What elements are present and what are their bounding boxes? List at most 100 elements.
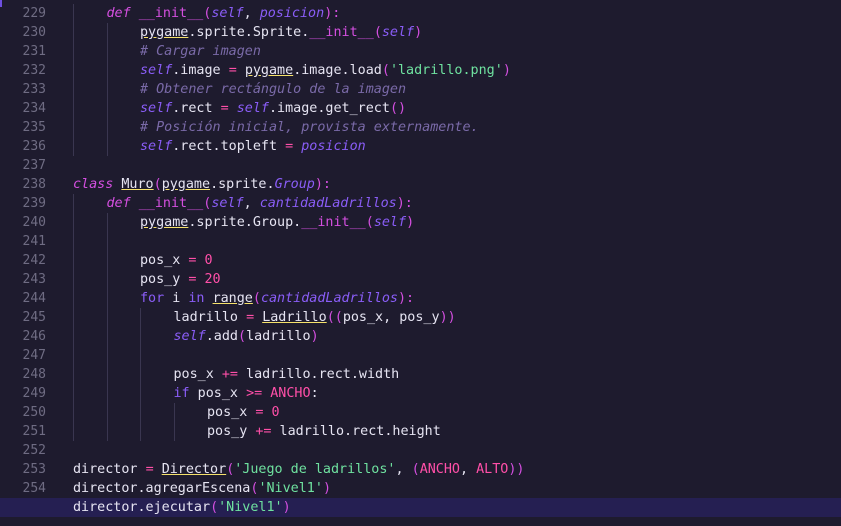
indent-guide: [73, 194, 74, 213]
indent-guide: [140, 422, 141, 441]
line-number: 242: [22, 253, 46, 268]
line-number: 243: [22, 272, 46, 287]
code-area[interactable]: def __init__(self, posicion): pygame.spri…: [0, 0, 841, 526]
line-number: 236: [22, 139, 46, 154]
line-number: 240: [22, 215, 46, 230]
code-line[interactable]: for i in range(cantidadLadrillos):: [73, 289, 841, 308]
code-token: pygame: [140, 25, 189, 40]
code-token: )): [508, 462, 525, 477]
indent-guide: [73, 80, 74, 99]
code-token: __init__: [138, 6, 204, 21]
code-token: 0: [271, 405, 280, 420]
indent-guide: [140, 327, 141, 346]
line-number: 247: [22, 348, 46, 363]
code-line[interactable]: class Muro(pygame.sprite.Group):: [73, 175, 841, 194]
line-number: 235: [22, 120, 46, 135]
code-token: ,: [243, 6, 260, 21]
code-token: __init__: [138, 196, 204, 211]
code-token: (: [365, 215, 374, 230]
line-number: 251: [22, 424, 46, 439]
code-line[interactable]: [73, 346, 841, 365]
code-token: .add: [205, 329, 238, 344]
code-line[interactable]: self.rect.topleft = posicion: [73, 137, 841, 156]
code-line[interactable]: [73, 156, 841, 175]
indent-guide: [73, 4, 74, 23]
code-token: +=: [221, 367, 238, 382]
code-line[interactable]: ladrillo = Ladrillo((pos_x, pos_y)): [73, 308, 841, 327]
line-number: 229: [22, 6, 46, 21]
code-token: __init__: [309, 25, 374, 40]
indent-guide: [173, 403, 175, 422]
code-line[interactable]: pos_x += ladrillo.rect.width: [73, 365, 841, 384]
indent-guide: [106, 346, 108, 365]
line-number: 233: [22, 82, 46, 97]
code-line[interactable]: director.agregarEscena('Nivel1'): [73, 479, 841, 498]
code-line[interactable]: def __init__(self, cantidadLadrillos):: [73, 194, 841, 213]
line-number: 250: [22, 405, 46, 420]
code-line[interactable]: # Posición inicial, provista externament…: [73, 118, 841, 137]
code-token: ): [310, 329, 319, 344]
code-token: pos_x: [140, 253, 189, 268]
code-token: =: [246, 310, 255, 325]
indent-guide: [73, 403, 74, 422]
code-token: ladrillo: [246, 329, 311, 344]
indent-guide: [140, 308, 141, 327]
code-line[interactable]: pos_x = 0: [73, 403, 841, 422]
code-line[interactable]: def __init__(self, posicion):: [73, 4, 841, 23]
code-token: self: [211, 196, 244, 211]
scroll-marker: [0, 0, 2, 7]
code-line[interactable]: [73, 232, 841, 251]
code-line[interactable]: pygame.sprite.Sprite.__init__(self): [73, 23, 841, 42]
code-token: (): [389, 101, 407, 116]
line-number: 244: [22, 291, 46, 306]
code-token: pos_x: [189, 386, 247, 401]
code-token: 0: [204, 253, 213, 268]
code-editor[interactable]: 229 230 231 232 233 234 235 236 237 238 239 240 241 2…: [0, 0, 841, 526]
indent-guide: [73, 23, 74, 42]
code-line[interactable]: # Obtener rectángulo de la imagen: [73, 80, 841, 99]
code-token: (: [252, 291, 261, 306]
indent-guide: [73, 99, 74, 118]
indent-guide: [140, 403, 141, 422]
line-number: 239: [22, 196, 46, 211]
code-line[interactable]: pos_y += ladrillo.rect.height: [73, 422, 841, 441]
code-token: ): [414, 25, 423, 40]
code-token: ):: [396, 196, 413, 211]
code-line[interactable]: director = Director ('Juego de ladrillos'…: [73, 460, 841, 479]
code-token: # Posición inicial, provista externament…: [140, 120, 479, 135]
code-line[interactable]: pygame.sprite.Group.__init__(self): [73, 213, 841, 232]
code-line[interactable]: # Cargar imagen: [73, 42, 841, 61]
indent-guide: [106, 80, 108, 99]
code-token: ((: [326, 310, 343, 325]
code-token: ,: [460, 462, 477, 477]
code-token: # Cargar imagen: [140, 44, 261, 59]
code-line[interactable]: pos_y = 20: [73, 270, 841, 289]
code-line[interactable]: pos_x = 0: [73, 251, 841, 270]
indent-guide: [73, 327, 74, 346]
code-line[interactable]: director.ejecutar('Nivel1'): [73, 498, 841, 517]
code-line[interactable]: if pos_x >= ANCHO:: [73, 384, 841, 403]
code-line[interactable]: [73, 441, 841, 460]
code-line[interactable]: self.rect = self.image.get_rect(): [73, 99, 841, 118]
indent-guide: [73, 118, 74, 137]
indent-guide: [106, 42, 108, 61]
code-token: # Obtener rectángulo de la imagen: [140, 82, 407, 97]
indent-guide: [73, 270, 74, 289]
indent-guide: [140, 346, 141, 365]
code-token: def: [106, 196, 139, 211]
indent-guide: [173, 422, 175, 441]
code-token: .rect.topleft: [172, 139, 286, 154]
code-line[interactable]: self.add(ladrillo): [73, 327, 841, 346]
line-number: 252: [22, 443, 46, 458]
line-number: 253: [22, 462, 46, 477]
code-token: .sprite.: [210, 177, 275, 192]
line-number: 246: [22, 329, 46, 344]
code-line[interactable]: self.image = pygame.image.load('ladrillo…: [73, 61, 841, 80]
code-token: .rect: [172, 101, 221, 116]
indent-guide: [106, 403, 108, 422]
